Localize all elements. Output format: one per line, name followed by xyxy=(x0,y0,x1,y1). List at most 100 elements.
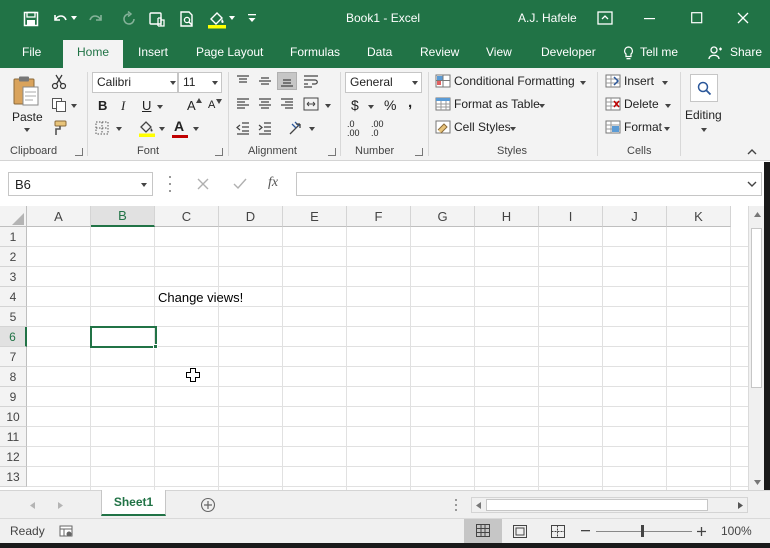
share-person-icon[interactable] xyxy=(707,44,723,60)
formula-input[interactable] xyxy=(296,172,762,196)
column-header-b[interactable]: B xyxy=(91,206,155,227)
paste-label[interactable]: Paste xyxy=(12,110,43,124)
select-all-corner[interactable] xyxy=(0,206,27,227)
zoom-slider-thumb[interactable] xyxy=(641,525,644,537)
merge-center-icon[interactable] xyxy=(302,96,320,112)
underline-button[interactable]: U xyxy=(142,98,151,113)
hscroll-left-icon[interactable] xyxy=(474,501,482,509)
number-format-dropdown-icon[interactable] xyxy=(412,81,418,85)
undo-icon[interactable] xyxy=(50,11,70,27)
decrease-indent-icon[interactable] xyxy=(235,120,251,136)
number-launcher-icon[interactable] xyxy=(415,148,423,156)
repeat-icon[interactable] xyxy=(120,11,138,27)
row-header-4[interactable]: 4 xyxy=(0,287,27,307)
row-header-6[interactable]: 6 xyxy=(0,327,27,347)
touch-mode-icon[interactable] xyxy=(148,10,168,28)
currency-button[interactable]: $ xyxy=(351,97,359,113)
font-size-dropdown-icon[interactable] xyxy=(212,81,218,85)
copy-icon[interactable] xyxy=(50,96,68,114)
merge-dropdown-icon[interactable] xyxy=(325,104,331,108)
grow-font-button[interactable]: A xyxy=(187,98,196,113)
tab-view[interactable]: View xyxy=(486,45,512,59)
selected-cell-b6[interactable] xyxy=(90,326,157,348)
undo-dropdown-icon[interactable] xyxy=(70,13,78,23)
format-cells-dropdown-icon[interactable] xyxy=(664,127,670,131)
bottom-align-icon[interactable] xyxy=(277,72,297,90)
alignment-launcher-icon[interactable] xyxy=(328,148,336,156)
orientation-icon[interactable] xyxy=(287,119,307,137)
new-sheet-icon[interactable] xyxy=(199,496,217,514)
column-header-j[interactable]: J xyxy=(603,206,667,227)
align-center-icon[interactable] xyxy=(257,96,273,112)
macro-recording-icon[interactable] xyxy=(58,523,74,539)
shrink-font-button[interactable]: A xyxy=(208,99,215,111)
delete-cells-dropdown-icon[interactable] xyxy=(665,104,671,108)
format-painter-icon[interactable] xyxy=(50,119,68,137)
font-color-dropdown-icon[interactable] xyxy=(193,127,199,131)
row-header-12[interactable]: 12 xyxy=(0,447,27,467)
cell-styles-button[interactable]: Cell Styles xyxy=(454,120,511,134)
number-format-box[interactable]: General xyxy=(345,72,422,93)
scroll-sheets-left-icon[interactable] xyxy=(27,500,37,510)
cell-styles-icon[interactable] xyxy=(434,119,452,135)
tab-file[interactable]: File xyxy=(22,45,41,59)
vertical-scrollbar[interactable] xyxy=(748,206,764,490)
tell-me-search[interactable]: Tell me xyxy=(640,45,678,59)
close-icon[interactable] xyxy=(736,11,750,25)
conditional-formatting-icon[interactable] xyxy=(434,73,452,89)
expand-formula-bar-icon[interactable] xyxy=(746,180,758,188)
row-header-2[interactable]: 2 xyxy=(0,247,27,267)
align-right-icon[interactable] xyxy=(279,96,295,112)
editing-dropdown-icon[interactable] xyxy=(701,128,707,132)
font-launcher-icon[interactable] xyxy=(215,148,223,156)
row-header-13[interactable]: 13 xyxy=(0,467,27,487)
insert-function-button[interactable]: fx xyxy=(268,175,278,191)
zoom-slider-track[interactable] xyxy=(596,531,692,532)
decrease-decimal-button[interactable]: .00 .0 xyxy=(371,120,391,138)
fill-color-icon[interactable] xyxy=(137,118,157,138)
align-left-icon[interactable] xyxy=(235,96,251,112)
fill-color-quick-icon[interactable] xyxy=(206,9,228,29)
format-cells-icon[interactable] xyxy=(604,119,622,135)
zoom-in-icon[interactable] xyxy=(695,524,707,538)
italic-button[interactable]: I xyxy=(121,98,125,114)
row-header-10[interactable]: 10 xyxy=(0,407,27,427)
column-header-h[interactable]: H xyxy=(475,206,539,227)
row-header-9[interactable]: 9 xyxy=(0,387,27,407)
vertical-scroll-thumb[interactable] xyxy=(751,228,762,388)
underline-dropdown-icon[interactable] xyxy=(157,105,163,109)
page-break-preview-icon[interactable] xyxy=(549,523,567,539)
search-icon[interactable] xyxy=(690,74,718,102)
ribbon-display-options-icon[interactable] xyxy=(596,10,614,26)
increase-indent-icon[interactable] xyxy=(257,120,273,136)
comma-button[interactable]: , xyxy=(408,94,412,111)
copy-dropdown-icon[interactable] xyxy=(70,102,78,110)
wrap-text-icon[interactable] xyxy=(302,73,320,89)
cancel-entry-icon[interactable] xyxy=(195,176,211,192)
column-header-k[interactable]: K xyxy=(667,206,731,227)
bold-button[interactable]: B xyxy=(98,98,107,113)
row-header-11[interactable]: 11 xyxy=(0,427,27,447)
tab-data[interactable]: Data xyxy=(367,45,392,59)
column-header-a[interactable]: A xyxy=(27,206,91,227)
row-header-3[interactable]: 3 xyxy=(0,267,27,287)
scroll-sheets-right-icon[interactable] xyxy=(55,500,65,510)
column-header-i[interactable]: I xyxy=(539,206,603,227)
currency-dropdown-icon[interactable] xyxy=(368,105,374,109)
tab-page-layout[interactable]: Page Layout xyxy=(196,45,263,59)
tab-developer[interactable]: Developer xyxy=(541,45,596,59)
column-header-d[interactable]: D xyxy=(219,206,283,227)
format-cells-button[interactable]: Format xyxy=(624,120,662,134)
fill-handle[interactable] xyxy=(153,344,158,349)
row-header-8[interactable]: 8 xyxy=(0,367,27,387)
tab-insert[interactable]: Insert xyxy=(138,45,168,59)
collapse-ribbon-icon[interactable] xyxy=(746,146,758,156)
paste-icon[interactable] xyxy=(10,74,42,108)
percent-button[interactable]: % xyxy=(384,97,396,113)
sheet-tab-sheet1[interactable]: Sheet1 xyxy=(101,490,166,516)
paste-dropdown-icon[interactable] xyxy=(22,126,32,134)
fill-color-dropdown-icon[interactable] xyxy=(159,127,165,131)
share-button[interactable]: Share xyxy=(730,45,762,59)
redo-icon[interactable] xyxy=(86,11,106,27)
name-box[interactable]: B6 xyxy=(8,172,153,196)
